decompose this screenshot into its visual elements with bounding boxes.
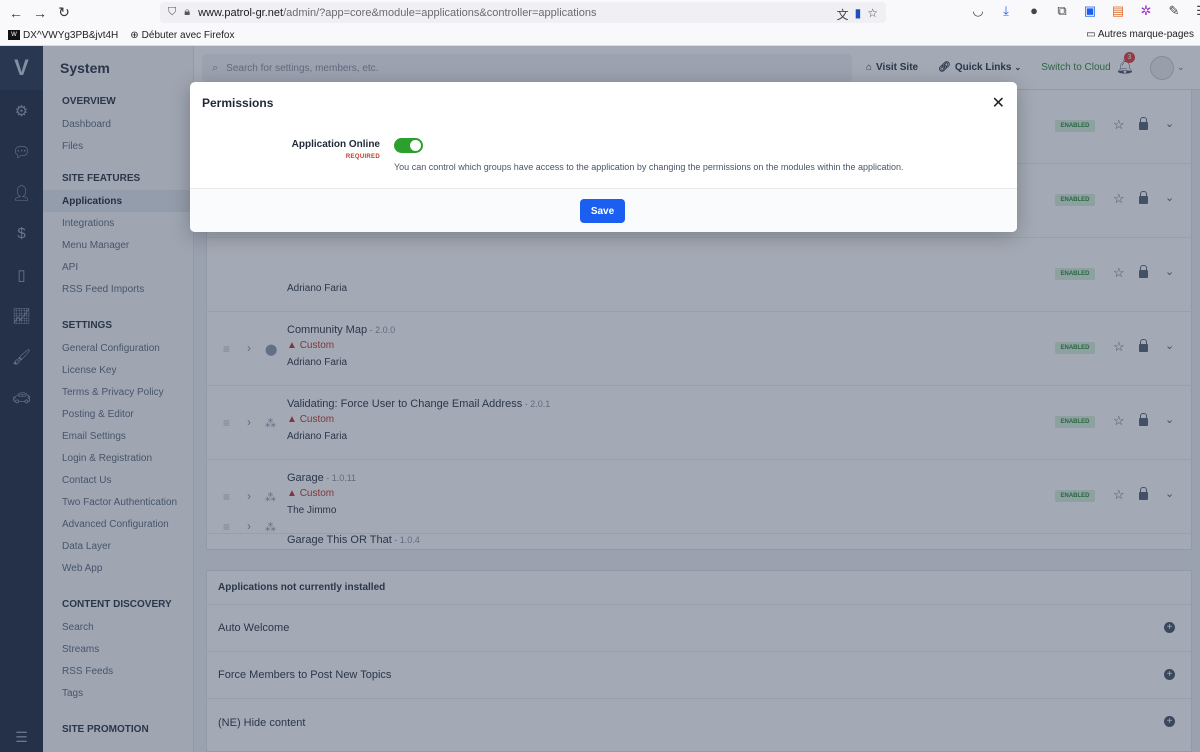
bookmark-label: DX^VWYg3PB&jvt4H	[23, 29, 119, 41]
permissions-dialog: Permissions ✕ Application Online REQUIRE…	[190, 82, 1017, 232]
bookmark-item[interactable]: W DX^VWYg3PB&jvt4H	[8, 30, 118, 41]
shield-icon[interactable]: ⛉	[168, 6, 176, 19]
forward-icon[interactable]: →	[28, 5, 52, 21]
application-online-toggle[interactable]	[394, 138, 423, 153]
field-description: You can control which groups have access…	[394, 162, 904, 172]
dialog-title: Permissions	[202, 96, 274, 110]
puzzle-icon[interactable]: ⧉	[1054, 3, 1070, 19]
url-host: www.patrol-gr.net	[198, 6, 284, 19]
menu-icon[interactable]: ☰	[1194, 3, 1200, 19]
flag-icon[interactable]: ▮	[855, 6, 862, 23]
reload-icon[interactable]: ↻	[52, 4, 76, 21]
bookmark-label: Débuter avec Firefox	[141, 29, 235, 41]
application-online-label: Application Online	[291, 139, 380, 150]
dialog-footer: Save	[190, 188, 1017, 232]
extension-icon[interactable]: ●	[1026, 3, 1042, 19]
eyedropper-icon[interactable]: ✎	[1166, 3, 1182, 19]
url-path: /admin/?app=core&module=applications&con…	[283, 6, 597, 19]
other-bookmarks-label: Autres marque-pages	[1097, 29, 1194, 40]
bookmark-item[interactable]: ⊕ Débuter avec Firefox	[130, 30, 234, 41]
close-icon[interactable]: ✕	[992, 93, 1005, 113]
other-bookmarks[interactable]: ▭ Autres marque-pages	[1086, 29, 1194, 40]
save-button[interactable]: Save	[580, 199, 625, 223]
globe-icon: ⊕	[130, 29, 139, 41]
translate-icon[interactable]: 文	[837, 6, 849, 23]
lock-icon[interactable]: 🔒︎	[184, 6, 190, 19]
pocket-icon[interactable]: ◡	[970, 3, 986, 19]
browser-toolbar: ← → ↻ ⛉ 🔒︎ www.patrol-gr.net/admin/?app=…	[0, 0, 1200, 25]
gear-ext-icon[interactable]: ✲	[1138, 3, 1154, 19]
download-icon[interactable]: ⤓	[998, 3, 1014, 19]
back-icon[interactable]: ←	[4, 5, 28, 21]
site-icon: W	[8, 30, 20, 40]
url-bar[interactable]: ⛉ 🔒︎ www.patrol-gr.net/admin/?app=core&m…	[160, 2, 886, 23]
bookmarks-bar: W DX^VWYg3PB&jvt4H ⊕ Débuter avec Firefox …	[0, 25, 1200, 46]
toggle-knob	[410, 140, 421, 151]
required-label: REQUIRED	[345, 154, 380, 160]
calendar-icon[interactable]: ▤	[1110, 3, 1126, 19]
bookmark-star-icon[interactable]: ☆	[867, 6, 878, 23]
folder-icon: ▭	[1086, 29, 1096, 40]
shield-ext-icon[interactable]: ▣	[1082, 3, 1098, 19]
